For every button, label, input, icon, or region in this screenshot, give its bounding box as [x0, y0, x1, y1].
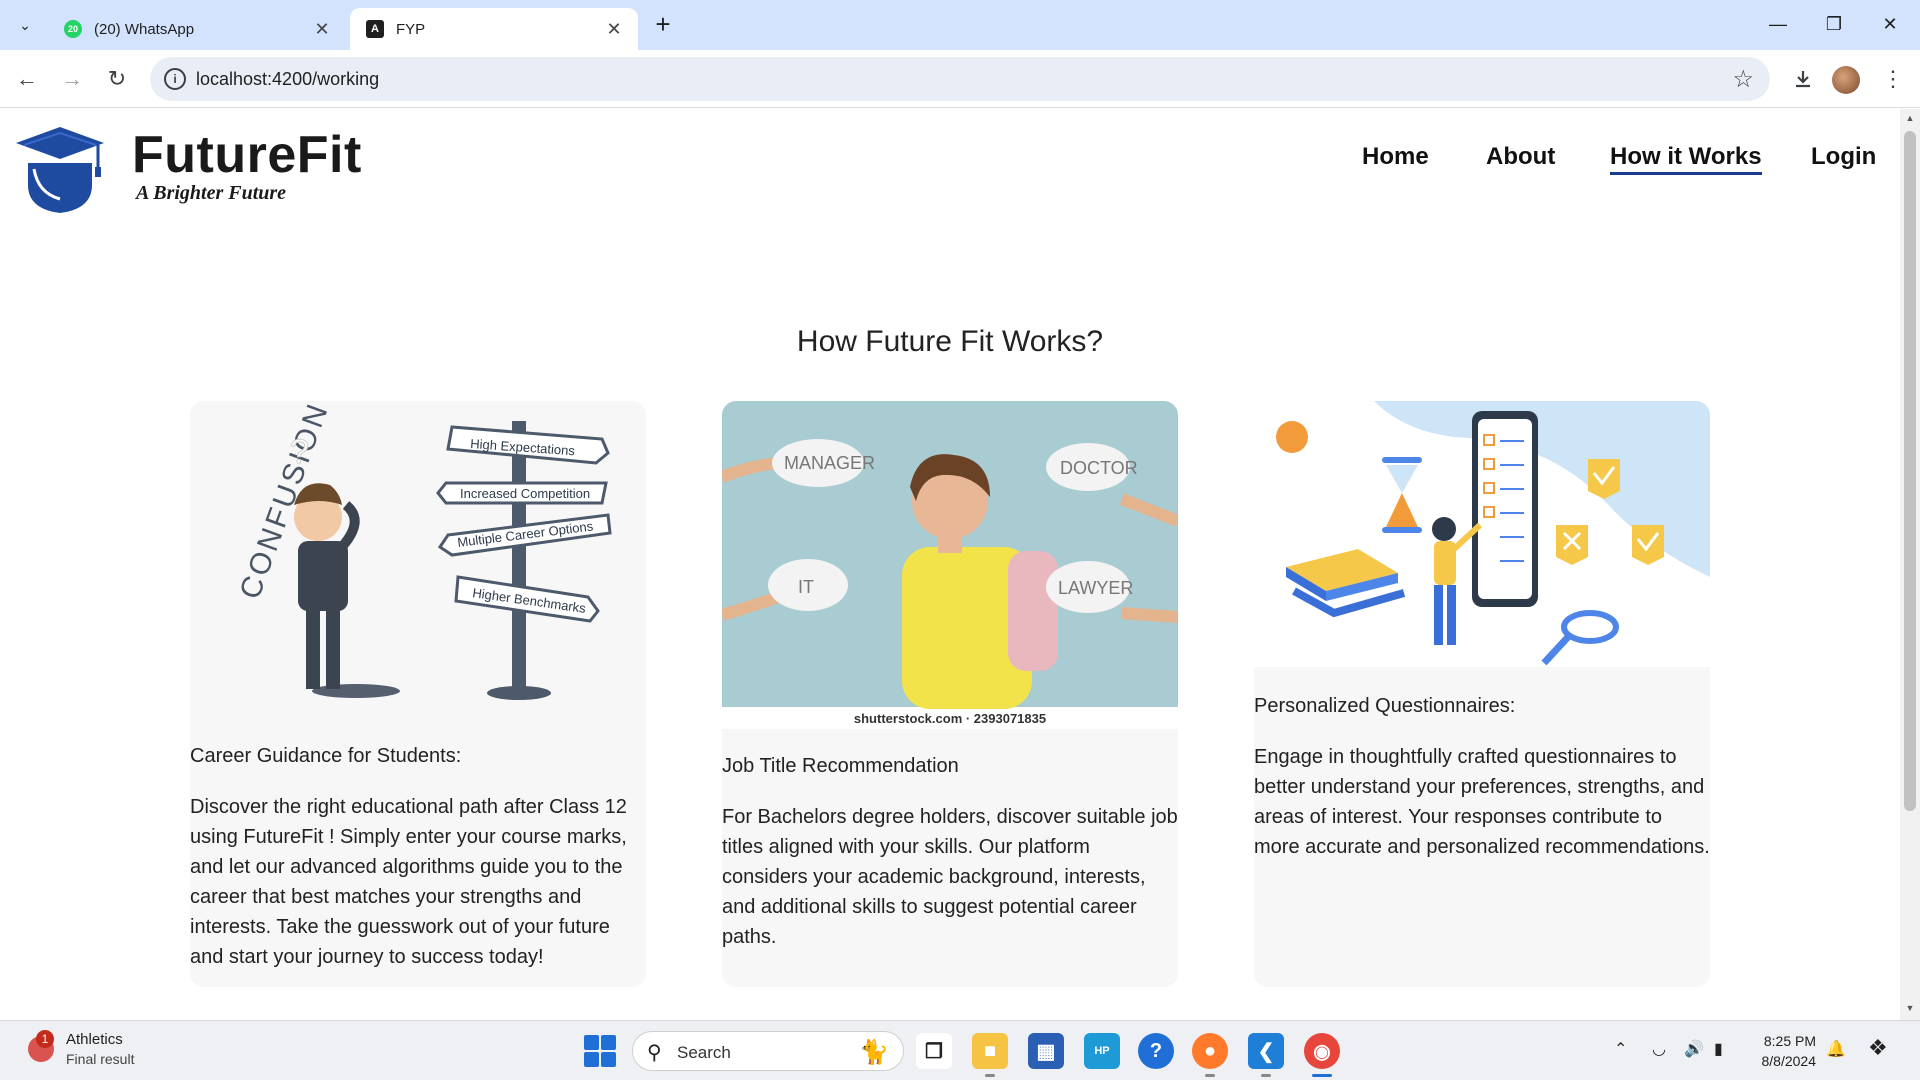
close-icon[interactable]: ✕	[312, 19, 332, 40]
page-scrollbar[interactable]: ▲ ▼	[1900, 109, 1920, 1020]
chevron-down-icon: ⌄	[19, 16, 31, 33]
firefox-icon[interactable]: ●	[1192, 1033, 1228, 1077]
system-clock[interactable]: 8:25 PM 8/8/2024	[1750, 1031, 1817, 1071]
address-text[interactable]: localhost:4200/working	[196, 69, 379, 90]
reload-icon[interactable]: ↻	[100, 62, 134, 96]
notification-bell-icon[interactable]: 🔔	[1826, 1039, 1846, 1059]
forward-icon[interactable]: →	[55, 62, 89, 96]
card-title: Personalized Questionnaires:	[1254, 695, 1516, 717]
battery-icon[interactable]: ▮	[1714, 1039, 1723, 1059]
nav-how-it-works[interactable]: How it Works	[1610, 143, 1762, 175]
task-view-icon[interactable]: ❐	[916, 1033, 952, 1069]
sign-increased-competition: Increased Competition	[460, 486, 590, 501]
bubble-lawyer: LAWYER	[1058, 578, 1133, 598]
search-icon: ⚲	[647, 1042, 662, 1064]
chrome-icon[interactable]: ◉	[1304, 1033, 1340, 1077]
bubble-doctor: DOCTOR	[1060, 458, 1138, 478]
tab-title: (20) WhatsApp	[94, 20, 195, 38]
whatsapp-icon: 20	[64, 20, 82, 38]
card-title: Career Guidance for Students:	[190, 745, 462, 767]
angular-icon: A	[366, 20, 384, 38]
copilot-icon[interactable]: ❖	[1868, 1035, 1888, 1061]
taskbar-search[interactable]: ⚲ Search 🐈	[632, 1031, 904, 1071]
nav-home[interactable]: Home	[1362, 143, 1429, 171]
tab-fyp[interactable]: A FYP ✕	[350, 8, 638, 50]
card-title: Job Title Recommendation	[722, 755, 959, 777]
new-tab-button[interactable]: +	[648, 10, 678, 40]
card-career-guidance: CONFUSION ? High Expectations Increased …	[190, 401, 646, 987]
nav-login[interactable]: Login	[1811, 143, 1876, 171]
card-description: Engage in thoughtfully crafted questionn…	[1254, 746, 1710, 858]
bookmark-star-icon[interactable]: ☆	[1732, 65, 1754, 94]
myhp-icon[interactable]: HP	[1084, 1033, 1120, 1069]
restore-icon[interactable]: ❐	[1812, 8, 1856, 40]
windows-start-icon[interactable]	[584, 1035, 616, 1067]
weather-widget[interactable]: 1 Athletics Final result	[28, 1030, 135, 1067]
close-icon[interactable]: ✕	[604, 19, 624, 40]
vscode-icon[interactable]: ❮	[1248, 1033, 1284, 1077]
browser-toolbar: ← → ↻ i localhost:4200/working ☆ ⋮	[0, 50, 1920, 108]
volume-icon[interactable]: 🔊	[1684, 1039, 1704, 1059]
site-info-icon[interactable]: i	[164, 68, 186, 90]
menu-kebab-icon[interactable]: ⋮	[1876, 62, 1910, 96]
address-bar[interactable]: i localhost:4200/working ☆	[150, 57, 1770, 101]
svg-text:?: ?	[290, 433, 309, 471]
microsoft-store-icon[interactable]: ▦	[1028, 1033, 1064, 1069]
card-description: Discover the right educational path afte…	[190, 796, 627, 968]
scrollbar-thumb[interactable]	[1904, 131, 1916, 811]
clock-date: 8/8/2024	[1761, 1053, 1817, 1069]
tab-strip: ⌄ 20 (20) WhatsApp ✕ A FYP ✕ + — ❐ ✕	[0, 0, 1920, 50]
scroll-up-icon[interactable]: ▲	[1905, 113, 1915, 123]
bubble-it: IT	[798, 577, 814, 597]
help-icon[interactable]: ?	[1138, 1033, 1174, 1069]
card-questionnaires: Personalized Questionnaires: Engage in t…	[1254, 401, 1710, 987]
minimize-icon[interactable]: —	[1756, 8, 1800, 40]
taskbar: 1 Athletics Final result ⚲ Search 🐈 ❐ ■ …	[0, 1020, 1920, 1080]
search-label: Search	[677, 1043, 731, 1062]
scroll-down-icon[interactable]: ▼	[1905, 1003, 1915, 1013]
close-window-icon[interactable]: ✕	[1868, 8, 1912, 40]
bubble-manager: MANAGER	[784, 453, 875, 473]
cat-icon: 🐈	[859, 1039, 889, 1066]
image-credit: shutterstock.com · 2393071835	[854, 711, 1046, 726]
clock-time: 8:25 PM	[1763, 1033, 1816, 1049]
graduation-cap-logo-icon	[16, 127, 104, 213]
notification-badge: 1	[36, 1030, 54, 1048]
card-description: For Bachelors degree holders, discover s…	[722, 806, 1178, 948]
confused-student-illustration: CONFUSION ? High Expectations Increased …	[190, 401, 646, 719]
nav-about[interactable]: About	[1486, 143, 1555, 171]
tab-whatsapp[interactable]: 20 (20) WhatsApp ✕	[48, 8, 346, 50]
download-icon[interactable]	[1786, 62, 1820, 96]
tab-title: FYP	[396, 20, 426, 38]
athletics-icon: 1	[28, 1030, 54, 1062]
wifi-icon[interactable]: ◡	[1652, 1039, 1666, 1059]
file-explorer-icon[interactable]: ■	[972, 1033, 1008, 1077]
profile-avatar[interactable]	[1832, 66, 1860, 94]
thinking-student-photo: MANAGER DOCTOR IT LAWYER shutterstock.co…	[722, 401, 1178, 729]
brand-tagline: A Brighter Future	[136, 182, 287, 204]
brand-name: FutureFit	[132, 126, 362, 184]
widget-title: Athletics	[66, 1031, 123, 1048]
back-icon[interactable]: ←	[10, 62, 44, 96]
page-title: How Future Fit Works?	[796, 325, 1104, 358]
widget-subtitle: Final result	[66, 1051, 135, 1067]
card-job-title: MANAGER DOCTOR IT LAWYER shutterstock.co…	[722, 401, 1178, 987]
questionnaire-illustration	[1254, 401, 1710, 667]
tab-search-button[interactable]: ⌄	[10, 10, 40, 40]
page-viewport: FutureFit A Brighter Future Home About H…	[0, 109, 1900, 1020]
tray-expand-icon[interactable]: ⌃	[1614, 1039, 1627, 1059]
